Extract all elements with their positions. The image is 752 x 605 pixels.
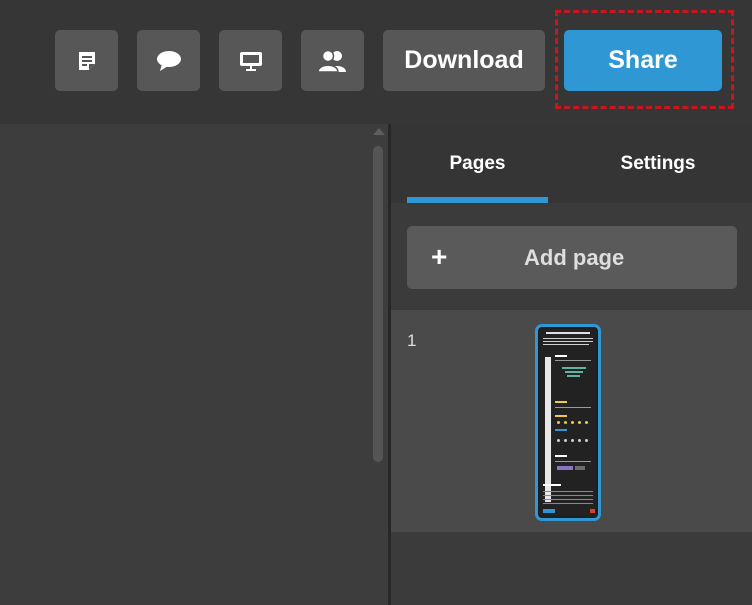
thumb-bar <box>562 367 586 369</box>
comment-icon <box>156 50 181 71</box>
share-button[interactable]: Share <box>564 30 722 91</box>
collaborators-button[interactable] <box>301 30 364 91</box>
thumb-dot <box>557 439 560 442</box>
thumbnail-preview <box>540 329 596 516</box>
thumb-title-line <box>546 332 590 334</box>
thumb-table-line <box>543 491 593 492</box>
comment-button[interactable] <box>137 30 200 91</box>
thumb-text-line <box>555 461 591 462</box>
page-number: 1 <box>407 331 417 350</box>
thumb-text-line <box>555 407 591 408</box>
thumb-timeline <box>545 357 551 502</box>
thumb-dot <box>571 421 574 424</box>
thumb-footer-logo <box>590 509 595 513</box>
download-button[interactable]: Download <box>383 30 545 91</box>
thumb-table-line <box>543 495 593 496</box>
tab-pages[interactable]: Pages <box>407 124 548 203</box>
thumb-dot <box>557 421 560 424</box>
thumb-heading <box>555 415 567 417</box>
thumb-bar <box>575 466 585 470</box>
thumb-dot <box>585 421 588 424</box>
thumb-text-line <box>543 344 589 345</box>
tab-settings[interactable]: Settings <box>577 124 739 203</box>
thumb-text-line <box>543 338 593 339</box>
thumb-footer-accent <box>543 509 555 513</box>
thumb-heading <box>555 355 567 357</box>
add-page-label: Add page <box>524 244 625 270</box>
canvas-area[interactable] <box>0 124 388 605</box>
thumb-heading <box>543 484 561 486</box>
thumb-dot <box>585 439 588 442</box>
thumb-heading <box>555 401 567 403</box>
thumb-text-line <box>543 341 593 342</box>
active-tab-indicator <box>407 197 548 203</box>
thumb-heading <box>555 455 567 457</box>
plus-icon: + <box>431 241 448 272</box>
thumb-dot <box>578 421 581 424</box>
present-icon <box>239 51 262 71</box>
thumb-dot <box>571 439 574 442</box>
notes-icon <box>78 51 95 70</box>
add-page-button[interactable]: + Add page <box>407 226 737 289</box>
collaborators-icon <box>316 49 346 73</box>
thumb-dot <box>564 439 567 442</box>
thumb-heading <box>555 429 567 431</box>
thumb-table-line <box>543 503 593 504</box>
thumb-bar <box>557 466 573 470</box>
canvas-scrollbar[interactable] <box>373 146 383 462</box>
panel-tabs: Pages Settings <box>391 124 752 203</box>
thumb-bar <box>567 375 580 377</box>
thumb-bar <box>565 371 583 373</box>
thumb-text-line <box>555 360 591 361</box>
thumb-dot <box>564 421 567 424</box>
thumb-table-line <box>543 499 593 500</box>
page-thumbnail[interactable] <box>535 324 601 521</box>
notes-button[interactable] <box>55 30 118 91</box>
present-button[interactable] <box>219 30 282 91</box>
scroll-up-arrow[interactable] <box>373 128 385 135</box>
thumb-dot <box>578 439 581 442</box>
